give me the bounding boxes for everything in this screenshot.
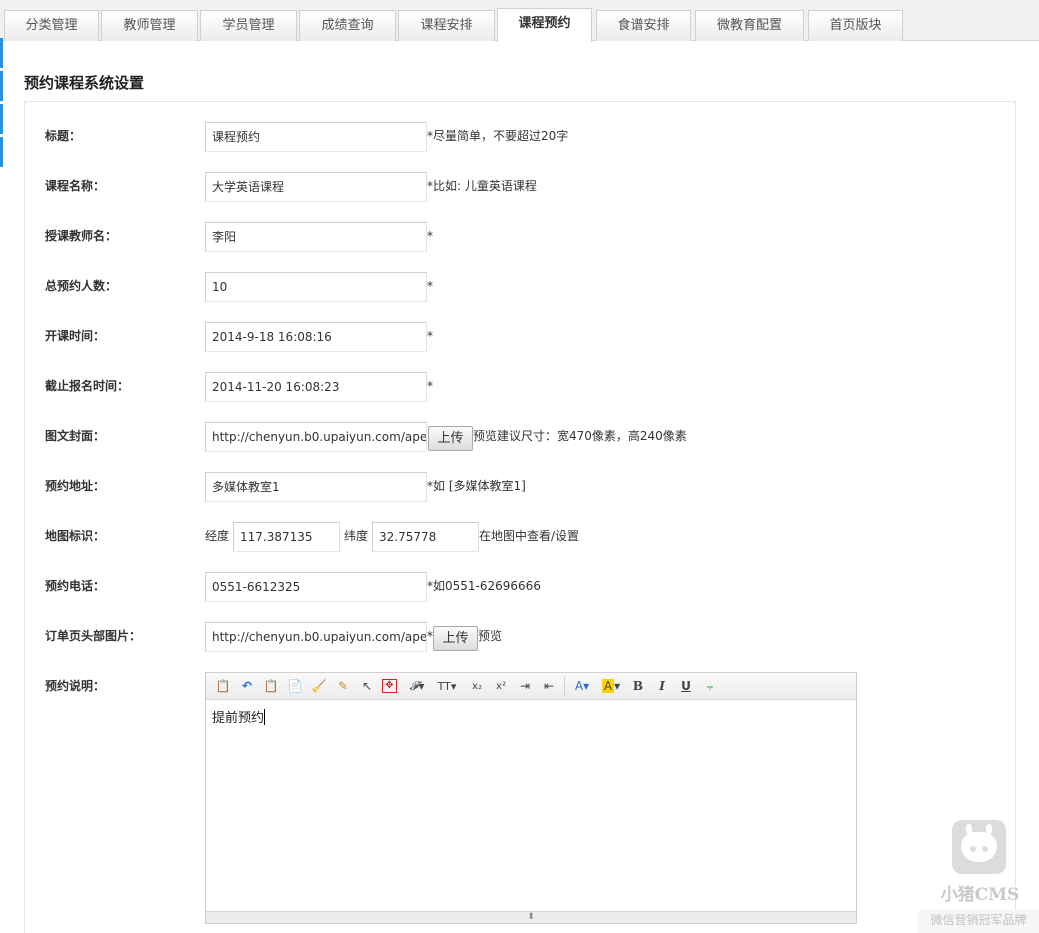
order-image-upload-button[interactable]: 上传: [433, 626, 478, 651]
label-teacher: 授课教师名：: [45, 229, 118, 243]
title-hint: *尽量简单，不要超过20字: [427, 129, 569, 143]
page-title: 预约课程系统设置: [24, 74, 145, 92]
map-view-link[interactable]: 在地图中查看/设置: [479, 521, 579, 551]
longitude-input[interactable]: 117.387135: [233, 522, 340, 552]
tab-recipes[interactable]: 食谱安排: [596, 10, 691, 41]
address-input[interactable]: 多媒体教室1: [205, 472, 427, 502]
horizontal-rule-icon[interactable]: ⨪: [701, 678, 719, 695]
clear-format-icon[interactable]: 🧹: [310, 678, 328, 695]
watermark-brand: 小猪CMS: [940, 885, 1020, 905]
underline-icon[interactable]: U: [677, 678, 695, 695]
italic-icon[interactable]: I: [653, 678, 671, 695]
tab-schedule[interactable]: 课程安排: [398, 10, 495, 41]
tab-category[interactable]: 分类管理: [4, 10, 99, 41]
subscript-icon[interactable]: x₂: [468, 678, 486, 695]
paste-icon[interactable]: 📋: [262, 678, 280, 695]
label-total-count: 总预约人数：: [45, 279, 118, 293]
start-time-hint: *: [427, 329, 433, 343]
label-map: 地图标识：: [45, 529, 106, 543]
tab-grades[interactable]: 成绩查询: [299, 10, 396, 41]
brand-logo-icon: [952, 820, 1006, 874]
undo-icon[interactable]: ↶: [238, 678, 256, 695]
course-name-input[interactable]: 大学英语课程: [205, 172, 427, 202]
tab-homepage[interactable]: 首页版块: [808, 10, 903, 41]
teacher-hint: *: [427, 229, 433, 243]
tab-bar: 分类管理 教师管理 学员管理 成绩查询 课程安排 课程预约 食谱安排 微教育配置…: [0, 0, 1039, 42]
indent-icon[interactable]: ⇥: [516, 678, 534, 695]
cover-url-input[interactable]: http://chenyun.b0.upaiyun.com/apeu: [205, 422, 427, 452]
superscript-icon[interactable]: x²: [492, 678, 510, 695]
label-phone: 预约电话：: [45, 579, 106, 593]
cover-upload-button[interactable]: 上传: [428, 426, 473, 451]
fullscreen-icon[interactable]: ✥: [382, 679, 397, 693]
latitude-label: 纬度: [344, 529, 369, 543]
teacher-input[interactable]: 李阳: [205, 222, 427, 252]
total-count-hint: *: [427, 279, 433, 293]
label-cover: 图文封面：: [45, 429, 106, 443]
watermark-slogan: 微信营销冠军品牌: [918, 910, 1039, 933]
order-image-url-input[interactable]: http://chenyun.b0.upaiyun.com/apeu: [205, 622, 427, 652]
phone-hint: *如0551-62696666: [427, 579, 541, 593]
start-time-input[interactable]: 2014-9-18 16:08:16: [205, 322, 427, 352]
left-accent-bars: [0, 38, 4, 170]
outdent-icon[interactable]: ⇤: [540, 678, 558, 695]
label-start-time: 开课时间：: [45, 329, 106, 343]
title-input[interactable]: 课程预约: [205, 122, 427, 152]
deadline-hint: *: [427, 379, 433, 393]
cover-hint: 建议尺寸：宽470像素，高240像素: [497, 429, 687, 443]
label-course-name: 课程名称：: [45, 179, 106, 193]
deadline-input[interactable]: 2014-11-20 16:08:23: [205, 372, 427, 402]
latitude-input[interactable]: 32.75778: [372, 522, 479, 552]
highlight-icon[interactable]: A ▾: [599, 678, 623, 695]
label-order-image: 订单页头部图片：: [45, 629, 142, 643]
rich-text-editor[interactable]: 📋 ↶ 📋 📄 🧹 ✎ ↖ ✥ 𝓕▾ TT▾ x₂ x² ⇥ ⇤ A▾ A ▾ B…: [205, 672, 857, 924]
course-name-hint: *比如: 儿童英语课程: [427, 179, 537, 193]
label-title: 标题：: [45, 129, 82, 143]
format-painter-icon[interactable]: ✎: [334, 678, 352, 695]
phone-input[interactable]: 0551-6612325: [205, 572, 427, 602]
tab-edu-config[interactable]: 微教育配置: [695, 10, 804, 41]
text-caret: [264, 709, 266, 725]
editor-content[interactable]: 提前预约: [212, 707, 266, 726]
order-image-preview-link[interactable]: 预览: [478, 621, 502, 651]
editor-text: 提前预约: [212, 711, 265, 726]
select-all-icon[interactable]: ↖: [358, 678, 376, 695]
font-size-icon[interactable]: TT▾: [436, 678, 458, 695]
label-deadline: 截止报名时间：: [45, 379, 130, 393]
total-count-input[interactable]: 10: [205, 272, 427, 302]
paste-text-icon[interactable]: 📄: [286, 678, 304, 695]
paste-word-icon[interactable]: 📋: [214, 678, 232, 695]
label-address: 预约地址：: [45, 479, 106, 493]
editor-toolbar: 📋 ↶ 📋 📄 🧹 ✎ ↖ ✥ 𝓕▾ TT▾ x₂ x² ⇥ ⇤ A▾ A ▾ B…: [206, 673, 856, 700]
tab-teachers[interactable]: 教师管理: [101, 10, 198, 41]
label-description: 预约说明：: [45, 679, 106, 693]
editor-resize-handle[interactable]: ⬍: [206, 911, 856, 923]
tab-students[interactable]: 学员管理: [200, 10, 297, 41]
longitude-label: 经度: [205, 529, 230, 543]
tab-booking[interactable]: 课程预约: [497, 8, 592, 42]
bold-icon[interactable]: B: [629, 678, 647, 695]
cover-preview-link[interactable]: 预览: [473, 421, 497, 451]
address-hint: *如 [多媒体教室1]: [427, 479, 526, 493]
font-family-icon[interactable]: 𝓕▾: [406, 678, 428, 695]
font-color-icon[interactable]: A▾: [571, 678, 593, 695]
toolbar-separator: [564, 677, 565, 696]
